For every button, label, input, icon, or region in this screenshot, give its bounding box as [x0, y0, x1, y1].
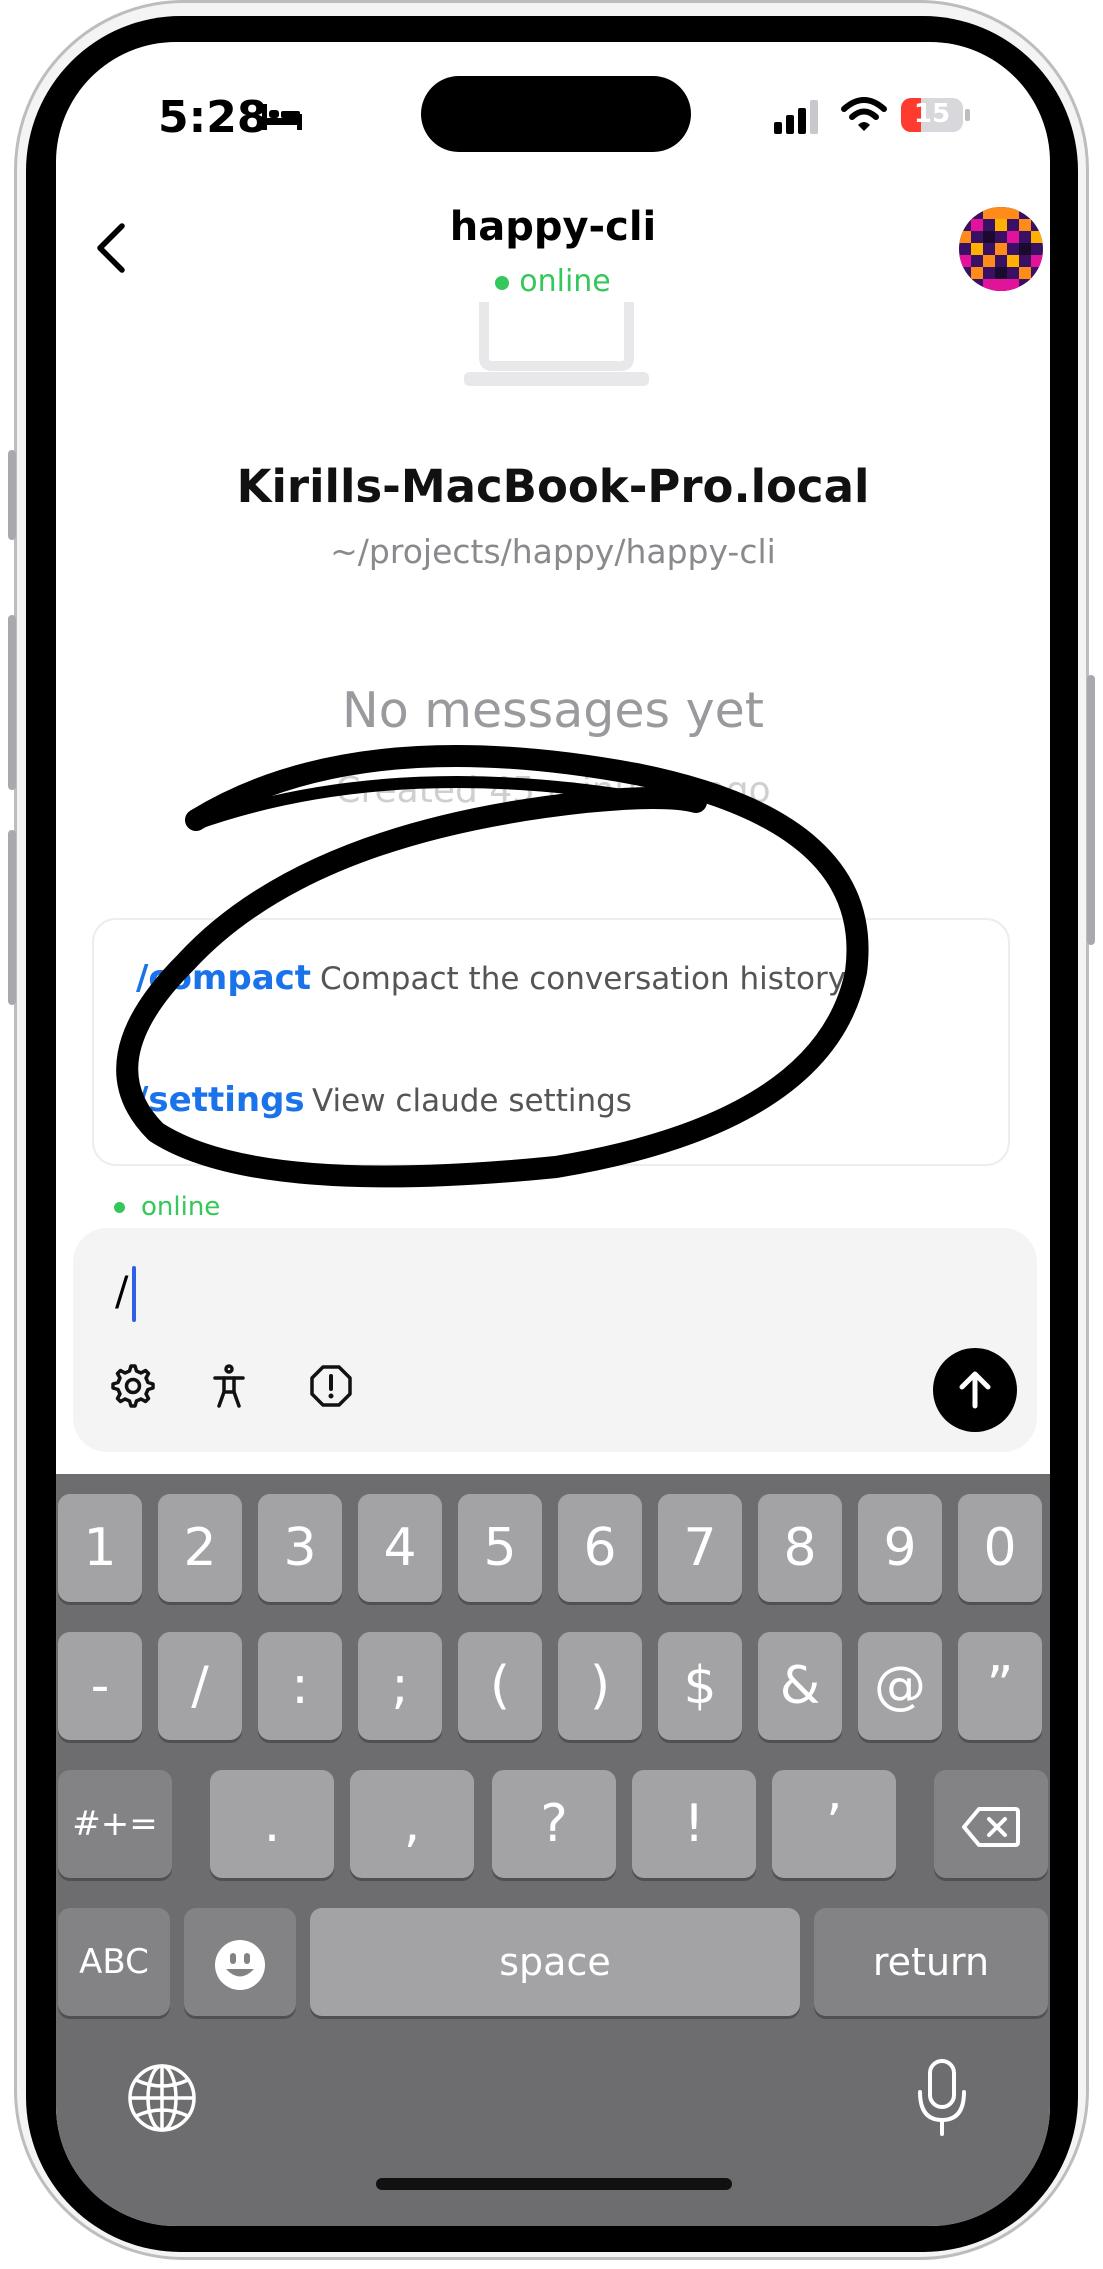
key-semicolon[interactable]: ; — [358, 1632, 442, 1740]
emoji-key[interactable] — [184, 1908, 296, 2016]
globe-icon[interactable] — [126, 2062, 198, 2134]
key-9[interactable]: 9 — [858, 1494, 942, 1602]
volume-up-button — [8, 615, 16, 790]
empty-state-title: No messages yet — [342, 682, 764, 739]
key-1[interactable]: 1 — [58, 1494, 142, 1602]
command-name: /settings — [136, 1080, 305, 1120]
key-return[interactable]: return — [814, 1908, 1048, 2016]
dynamic-island — [421, 76, 691, 152]
message-input[interactable]: / — [115, 1266, 137, 1322]
volume-down-button — [8, 830, 16, 1005]
delete-key[interactable] — [934, 1770, 1048, 1878]
session-title: happy-cli — [449, 204, 657, 250]
laptop-icon — [464, 302, 649, 386]
key-question[interactable]: ? — [492, 1770, 616, 1878]
wifi-icon — [841, 97, 887, 131]
sleep-focus-icon — [262, 104, 302, 130]
created-timestamp: Created 45 minutes ago — [335, 770, 771, 811]
message-composer[interactable]: / — [73, 1228, 1037, 1452]
key-hyphen[interactable]: - — [58, 1632, 142, 1740]
accessibility-icon[interactable] — [211, 1364, 247, 1408]
key-3[interactable]: 3 — [258, 1494, 342, 1602]
gear-icon[interactable] — [111, 1364, 155, 1408]
keyboard: 1 2 3 4 5 6 7 8 9 0 - / : ; ( ) $ & @ ” … — [56, 1474, 1050, 2226]
online-dot — [495, 275, 510, 290]
key-close-paren[interactable]: ) — [558, 1632, 642, 1740]
command-description: Compact the conversation history — [320, 961, 847, 997]
key-2[interactable]: 2 — [158, 1494, 242, 1602]
home-indicator — [376, 2178, 732, 2190]
key-dollar[interactable]: $ — [658, 1632, 742, 1740]
text-caret — [132, 1266, 137, 1322]
key-6[interactable]: 6 — [558, 1494, 642, 1602]
key-space[interactable]: space — [310, 1908, 800, 2016]
key-at[interactable]: @ — [858, 1632, 942, 1740]
key-open-paren[interactable]: ( — [458, 1632, 542, 1740]
screen: 5:28 15 happy-cli online Kirills-MacBook… — [56, 42, 1050, 2226]
key-comma[interactable]: , — [350, 1770, 474, 1878]
send-button[interactable] — [933, 1348, 1017, 1432]
arrow-up-icon — [959, 1371, 991, 1409]
machine-name: Kirills-MacBook-Pro.local — [236, 460, 870, 513]
battery-indicator: 15 — [901, 98, 970, 132]
key-ampersand[interactable]: & — [758, 1632, 842, 1740]
key-abc[interactable]: ABC — [58, 1908, 170, 2016]
key-4[interactable]: 4 — [358, 1494, 442, 1602]
key-slash[interactable]: / — [158, 1632, 242, 1740]
microphone-icon[interactable] — [916, 2058, 968, 2138]
input-value: / — [115, 1269, 129, 1315]
status-label: online — [141, 1192, 221, 1222]
status-label: online — [519, 264, 611, 299]
composer-status: online — [114, 1192, 220, 1222]
cellular-signal-icon — [774, 100, 818, 134]
command-item-compact[interactable]: /compact Compact the conversation histor… — [94, 920, 1008, 1042]
key-exclamation[interactable]: ! — [632, 1770, 756, 1878]
key-period[interactable]: . — [210, 1770, 334, 1878]
power-button — [1087, 675, 1095, 945]
key-0[interactable]: 0 — [958, 1494, 1042, 1602]
command-description: View claude settings — [312, 1083, 632, 1119]
key-5[interactable]: 5 — [458, 1494, 542, 1602]
battery-level: 15 — [913, 99, 951, 129]
key-colon[interactable]: : — [258, 1632, 342, 1740]
command-suggestions: /compact Compact the conversation histor… — [92, 918, 1010, 1166]
backspace-icon — [962, 1807, 1020, 1847]
online-dot — [114, 1202, 125, 1213]
action-button — [8, 450, 16, 540]
command-name: /compact — [136, 958, 312, 998]
key-quote[interactable]: ” — [958, 1632, 1042, 1740]
status-time: 5:28 — [158, 92, 268, 143]
session-status: online — [56, 264, 1050, 299]
alert-octagon-icon[interactable] — [309, 1364, 353, 1408]
avatar[interactable] — [959, 207, 1043, 291]
project-path: ~/projects/happy/happy-cli — [330, 532, 776, 571]
key-7[interactable]: 7 — [658, 1494, 742, 1602]
command-item-settings[interactable]: /settings View claude settings — [94, 1042, 1008, 1164]
key-more-symbols[interactable]: #+= — [58, 1770, 172, 1878]
emoji-icon — [215, 1940, 265, 1990]
key-8[interactable]: 8 — [758, 1494, 842, 1602]
key-apostrophe[interactable]: ’ — [772, 1770, 896, 1878]
